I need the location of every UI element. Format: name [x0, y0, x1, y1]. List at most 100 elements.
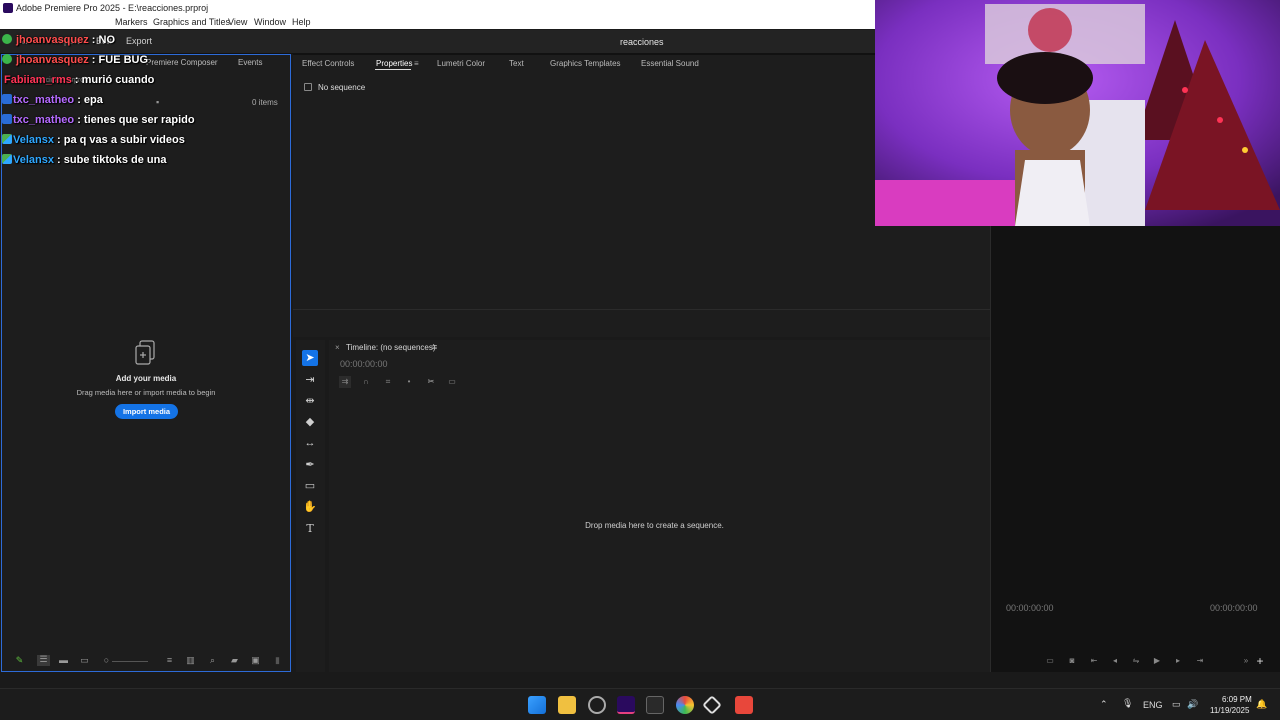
tab-events[interactable]: Events — [238, 58, 262, 67]
step-forward-icon[interactable]: ▸ — [1172, 655, 1184, 667]
sort-icon[interactable]: ≡ — [165, 656, 174, 665]
menu-view[interactable]: View — [228, 16, 247, 29]
menu-bar: Markers Graphics and Titles View Window … — [0, 16, 876, 29]
wrench-icon[interactable]: ✂ — [425, 376, 437, 388]
freeform-view-icon[interactable]: ▭ — [80, 656, 89, 665]
tab-properties[interactable]: Properties — [376, 59, 412, 68]
export-tab[interactable]: Export — [126, 36, 152, 46]
epic-games-icon[interactable] — [646, 696, 664, 714]
tab-text[interactable]: Text — [509, 59, 524, 68]
step-back-icon[interactable]: ◂ — [1109, 655, 1121, 667]
network-icon[interactable]: ▭ — [1172, 699, 1181, 710]
add-media-icon — [135, 340, 155, 365]
project-panel-tabs: Premiere Composer Events — [2, 55, 290, 71]
play-icon[interactable]: ▶ — [1151, 655, 1163, 667]
pencil-icon[interactable]: ✎ — [15, 656, 24, 665]
nest-icon[interactable]: ⇉ — [339, 376, 351, 388]
window-title: Adobe Premiere Pro 2025 - E:\reacciones.… — [16, 3, 209, 13]
trash-icon[interactable]: ▮ — [273, 656, 282, 665]
chrome-icon[interactable] — [676, 696, 694, 714]
captions-icon[interactable]: ▭ — [446, 376, 458, 388]
track-select-tool-icon[interactable]: ⇥ — [302, 372, 318, 388]
tools-panel: ➤ ⇥ ⇹ ◆ ↔ ✒ ▭ ✋ T — [296, 340, 325, 672]
empty-state-title: Add your media — [115, 374, 177, 383]
premiere-app-icon — [3, 3, 13, 13]
safe-margins-icon[interactable]: ▭ — [1044, 655, 1056, 667]
tab-essential-sound[interactable]: Essential Sound — [641, 59, 699, 68]
volume-icon[interactable]: 🔊 — [1187, 699, 1198, 710]
rectangle-tool-icon[interactable]: ▭ — [302, 478, 318, 494]
program-timecode-duration: 00:00:00:00 — [1210, 603, 1258, 613]
app-header: ⌂ Import Edit Export reacciones — [0, 30, 876, 54]
new-bin-icon[interactable]: ▰ — [230, 656, 239, 665]
project-file-name: reacciones.prproj — [32, 77, 86, 84]
slip-tool-icon[interactable]: ↔ — [302, 435, 318, 451]
menu-window[interactable]: Window — [254, 16, 286, 29]
program-timecode-current[interactable]: 00:00:00:00 — [1006, 603, 1054, 613]
timeline-title: Timeline: (no sequences) — [346, 343, 436, 352]
clock-time[interactable]: 6:09 PM — [1222, 695, 1252, 704]
linked-selection-icon[interactable]: ⌗ — [382, 376, 394, 388]
folder-icon[interactable]: ▪ — [156, 97, 159, 107]
add-button-icon[interactable]: + — [1254, 655, 1266, 667]
search-icon[interactable]: ⌕ — [208, 656, 217, 665]
microphone-icon[interactable]: 🎙 — [1122, 698, 1133, 709]
program-monitor: 00:00:00:00 00:00:00:00 ▭ ◙ ⇤ ◂ ⇋ ▶ ▸ ⇥ … — [990, 226, 1280, 672]
tab-effect-controls[interactable]: Effect Controls — [302, 59, 354, 68]
no-sequence-label: No sequence — [318, 83, 366, 92]
brave-browser-icon[interactable] — [735, 696, 753, 714]
tab-premiere-composer[interactable]: Premiere Composer — [146, 58, 218, 67]
windows-start-icon[interactable] — [528, 696, 546, 714]
snap-icon[interactable]: ∩ — [360, 376, 372, 388]
tab-lumetri-color[interactable]: Lumetri Color — [437, 59, 485, 68]
type-tool-icon[interactable]: T — [302, 521, 318, 537]
language-indicator[interactable]: ENG — [1143, 700, 1163, 710]
timeline-timecode[interactable]: 00:00:00:00 — [340, 359, 388, 369]
razor-tool-icon[interactable]: ◆ — [302, 414, 318, 430]
zoom-slider-track[interactable] — [112, 661, 148, 662]
timeline-panel: × Timeline: (no sequences) ≡ 00:00:00:00… — [329, 340, 990, 672]
panel-divider — [293, 309, 990, 310]
drop-media-message: Drop media here to create a sequence. — [585, 521, 724, 530]
project-title: reacciones — [620, 37, 664, 47]
pen-tool-icon[interactable]: ✒ — [302, 457, 318, 473]
active-tab-underline — [375, 69, 411, 70]
panel-menu-icon[interactable]: ≡ — [432, 342, 437, 352]
chevron-up-icon[interactable]: ⌃ — [1100, 699, 1108, 710]
menu-graphics-and-titles[interactable]: Graphics and Titles — [153, 16, 230, 29]
menu-markers[interactable]: Markers — [115, 16, 148, 29]
file-explorer-icon[interactable] — [558, 696, 576, 714]
menu-help[interactable]: Help — [292, 16, 311, 29]
clock-date[interactable]: 11/19/2025 — [1210, 706, 1249, 715]
empty-state-subtitle: Drag media here or import media to begin — [76, 388, 216, 397]
list-view-icon[interactable]: ☰ — [37, 655, 50, 666]
edit-tab[interactable]: Edit — [96, 36, 112, 46]
new-item-icon[interactable]: ▣ — [251, 656, 260, 665]
selection-tool-icon[interactable]: ➤ — [302, 350, 318, 366]
zoom-slider-handle-icon[interactable]: ○ — [102, 656, 111, 665]
import-tab[interactable]: Import — [54, 36, 80, 46]
panel-menu-icon[interactable]: ≡ — [414, 59, 419, 68]
home-icon[interactable]: ⌂ — [22, 36, 27, 46]
go-to-in-icon[interactable]: ⇤ — [1088, 655, 1100, 667]
app-diamond-icon[interactable] — [702, 695, 722, 715]
close-icon[interactable]: × — [335, 343, 340, 352]
insert-icon[interactable]: ⇋ — [1130, 655, 1142, 667]
add-marker-icon[interactable]: • — [403, 376, 415, 388]
import-media-button[interactable]: Import media — [115, 404, 178, 419]
notification-bell-icon[interactable]: 🔔 — [1256, 699, 1267, 710]
webcam-overlay — [875, 0, 1280, 226]
tab-graphics-templates[interactable]: Graphics Templates — [550, 59, 621, 68]
sequence-icon — [304, 83, 312, 91]
go-to-out-icon[interactable]: ⇥ — [1194, 655, 1206, 667]
obs-icon[interactable] — [588, 696, 606, 714]
export-frame-icon[interactable]: ◙ — [1066, 655, 1078, 667]
items-count: 0 items — [252, 98, 278, 107]
more-controls-icon[interactable]: » — [1240, 655, 1252, 667]
ripple-edit-tool-icon[interactable]: ⇹ — [302, 393, 318, 409]
automate-sequence-icon[interactable]: ▥ — [186, 656, 195, 665]
premiere-pro-icon[interactable] — [617, 696, 635, 714]
icon-view-icon[interactable]: ▬ — [59, 656, 68, 665]
hand-tool-icon[interactable]: ✋ — [302, 499, 318, 515]
window-titlebar: Adobe Premiere Pro 2025 - E:\reacciones.… — [0, 0, 876, 16]
